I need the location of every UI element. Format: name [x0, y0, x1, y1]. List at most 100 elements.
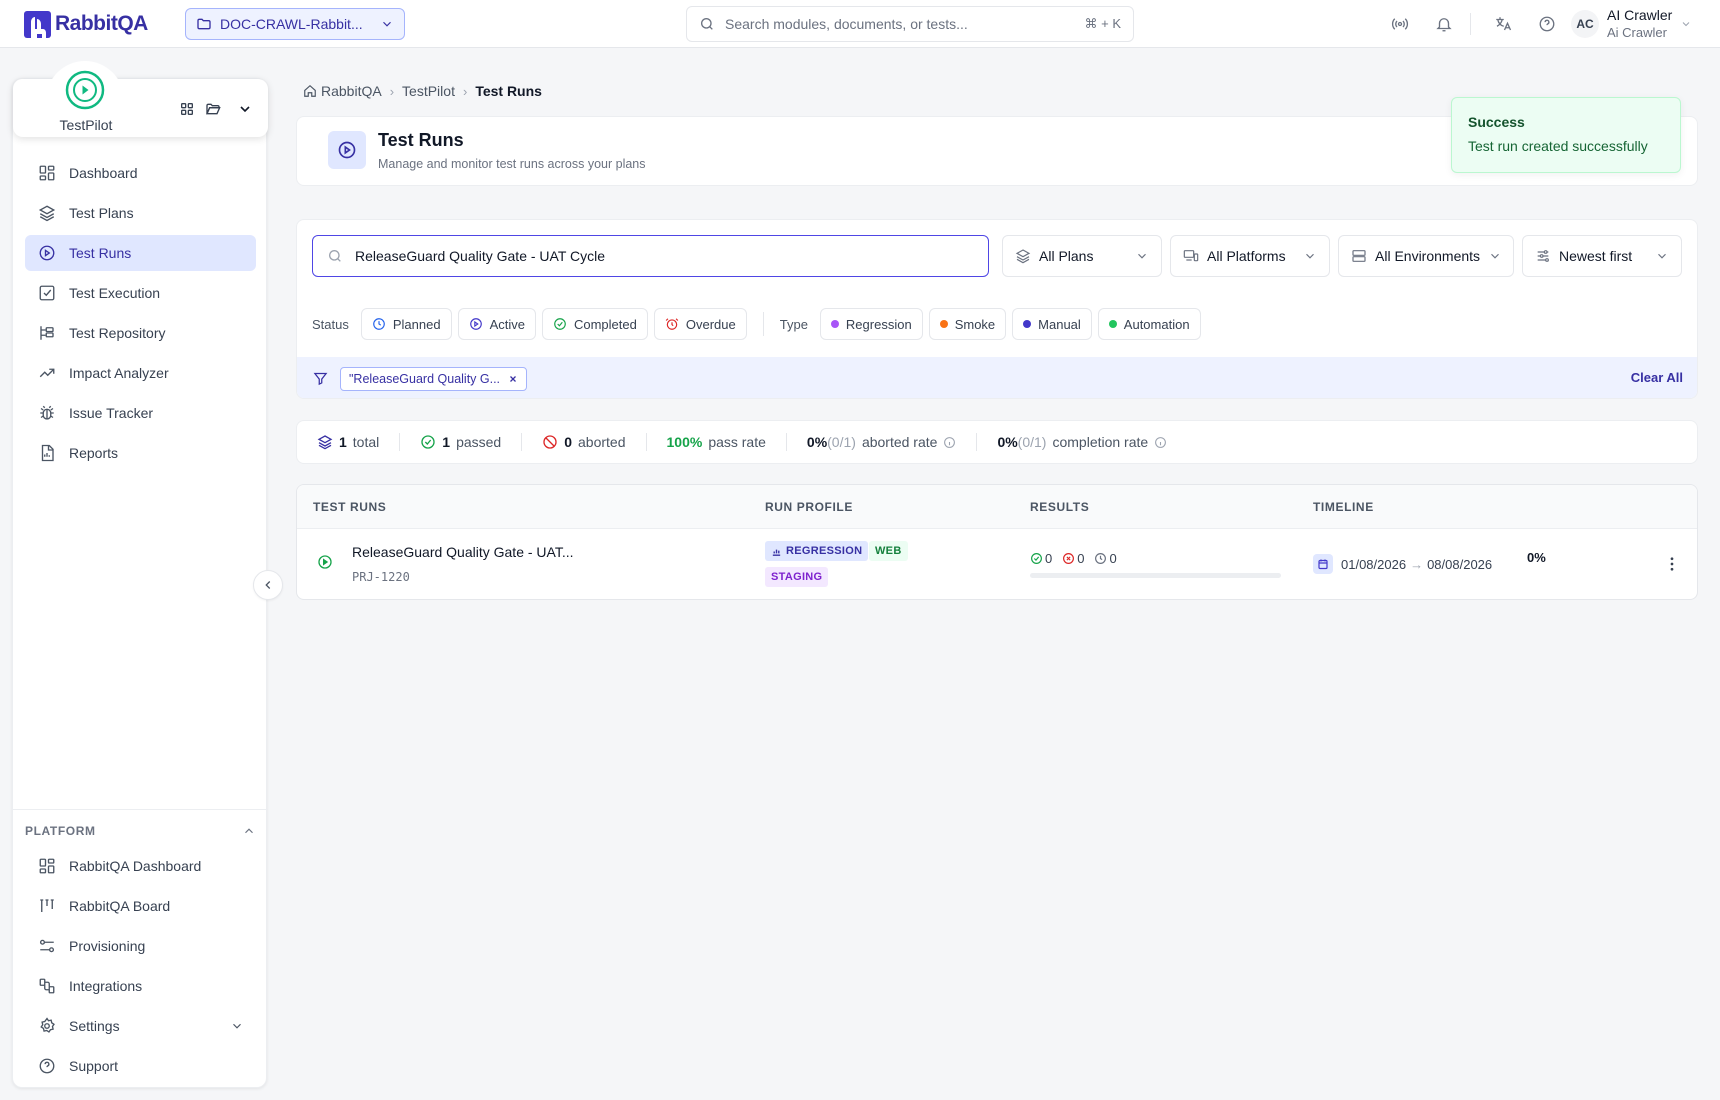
type-chip-automation[interactable]: Automation [1097, 308, 1201, 340]
sidebar-item-label: Integrations [69, 978, 143, 994]
dot-icon [830, 320, 839, 328]
sort-dropdown-label: Newest first [1559, 248, 1633, 264]
platform-header[interactable]: PLATFORM [13, 814, 268, 848]
user-name: AI Crawler [1607, 7, 1673, 23]
success-toast[interactable]: Success Test run created successfully [1451, 97, 1681, 173]
close-icon[interactable] [508, 374, 518, 384]
stat-label: completion rate [1052, 434, 1149, 450]
type-chip-manual[interactable]: Manual [1012, 308, 1092, 340]
project-selector-label: DOC-CRAWL-Rabbit... [220, 16, 363, 32]
status-chip-planned[interactable]: Planned [360, 308, 452, 340]
status-filter-label: Status [312, 316, 349, 332]
sidebar-item-dashboard[interactable]: Dashboard [25, 155, 256, 191]
chip-label: Overdue [685, 316, 736, 332]
grid-icon[interactable] [179, 101, 195, 117]
calendar-icon [1313, 554, 1333, 574]
sidebar-collapse-button[interactable] [253, 570, 283, 600]
broadcast-icon[interactable] [1388, 12, 1412, 36]
bell-icon[interactable] [1432, 12, 1456, 36]
sidebar-item-impact-analyzer[interactable]: Impact Analyzer [25, 355, 256, 391]
dot-icon [1108, 320, 1117, 328]
global-search-input[interactable] [725, 16, 1075, 32]
sidebar-item-rabbitqa-board[interactable]: RabbitQA Board [25, 888, 256, 924]
chevron-down-icon [230, 1019, 244, 1033]
play-circle-icon [37, 243, 57, 263]
sidebar-item-test-execution[interactable]: Test Execution [25, 275, 256, 311]
results-counts: 0 0 0 [1030, 551, 1117, 566]
active-filter-chip[interactable]: "ReleaseGuard Quality G... [340, 366, 528, 391]
stat-label: total [352, 434, 380, 450]
run-name[interactable]: ReleaseGuard Quality Gate - UAT... [352, 544, 574, 560]
stat-value: 0% [997, 434, 1018, 450]
stat-value: 0% [806, 434, 828, 450]
home-icon[interactable] [303, 84, 317, 98]
environments-dropdown[interactable]: All Environments [1338, 235, 1514, 277]
user-role: Ai Crawler [1607, 25, 1667, 40]
sidebar-item-test-repository[interactable]: Test Repository [25, 315, 256, 351]
chip-label: Manual [1038, 316, 1081, 332]
report-icon [37, 443, 57, 463]
run-search-input[interactable]: ReleaseGuard Quality Gate - UAT Cycle [312, 235, 989, 277]
alarm-icon [665, 317, 679, 331]
clear-all-button[interactable]: Clear All [1631, 370, 1683, 385]
project-selector[interactable]: DOC-CRAWL-Rabbit... [185, 8, 405, 40]
sidebar-item-provisioning[interactable]: Provisioning [25, 928, 256, 964]
sidebar-item-reports[interactable]: Reports [25, 435, 256, 471]
top-bar: RabbitQA DOC-CRAWL-Rabbit... ⌘ + K AC AI… [0, 0, 1720, 48]
brand-logo[interactable]: RabbitQA [24, 10, 148, 38]
stat-value: 1 [339, 434, 347, 450]
breadcrumb-item[interactable]: TestPilot [402, 83, 455, 99]
chip-label: Completed [573, 316, 637, 332]
x-circle-icon [1062, 552, 1075, 565]
type-chip-smoke[interactable]: Smoke [928, 308, 1007, 340]
play-circle-icon [469, 317, 483, 331]
sidebar-item-support[interactable]: Support [25, 1048, 256, 1084]
column-header: RUN PROFILE [765, 500, 853, 514]
test-runs-table: TEST RUNS RUN PROFILE RESULTS TIMELINE R… [296, 484, 1698, 600]
status-chip-overdue[interactable]: Overdue [653, 308, 747, 340]
sidebar-item-test-runs[interactable]: Test Runs [25, 235, 256, 271]
stat-label: aborted [578, 434, 626, 450]
result-value: 0 [1109, 551, 1117, 566]
chevron-down-icon [1303, 249, 1317, 263]
info-icon[interactable] [943, 436, 956, 449]
sidebar-item-test-plans[interactable]: Test Plans [25, 195, 256, 231]
check-circle-icon [420, 434, 436, 450]
filter-chips-row: Status Planned Active Completed Overdue … [312, 308, 1201, 340]
column-header: TIMELINE [1313, 500, 1374, 514]
table-header: TEST RUNS RUN PROFILE RESULTS TIMELINE [297, 485, 1697, 529]
sidebar-item-integrations[interactable]: Integrations [25, 968, 256, 1004]
dot-icon [1023, 320, 1032, 328]
folder-icon [196, 16, 212, 32]
sidebar-item-settings[interactable]: Settings [25, 1008, 256, 1044]
help-icon[interactable] [1535, 12, 1559, 36]
sort-dropdown[interactable]: Newest first [1522, 235, 1682, 277]
server-icon [1351, 248, 1367, 264]
breadcrumb-item[interactable]: RabbitQA [321, 83, 382, 99]
sidebar-item-rabbitqa-dashboard[interactable]: RabbitQA Dashboard [25, 848, 256, 884]
divider [762, 312, 764, 336]
status-chip-completed[interactable]: Completed [541, 308, 648, 340]
stat-pass-rate: 100% pass rate [667, 434, 766, 450]
stat-value: 1 [442, 434, 451, 450]
folder-open-icon[interactable] [205, 101, 221, 117]
plans-dropdown[interactable]: All Plans [1002, 235, 1162, 277]
platforms-dropdown[interactable]: All Platforms [1170, 235, 1330, 277]
type-chip-regression[interactable]: Regression [819, 308, 923, 340]
avatar: AC [1571, 10, 1599, 38]
sidebar-item-issue-tracker[interactable]: Issue Tracker [25, 395, 256, 431]
stat-label: aborted rate [861, 434, 938, 450]
stat-passed: 1 passed [420, 434, 501, 450]
status-chip-active[interactable]: Active [457, 308, 536, 340]
info-icon[interactable] [1154, 436, 1167, 449]
table-row[interactable]: ReleaseGuard Quality Gate - UAT... PRJ-1… [297, 529, 1697, 599]
more-vertical-icon[interactable] [1663, 555, 1681, 573]
user-menu[interactable]: AC AI Crawler Ai Crawler [1571, 6, 1692, 42]
rabbit-logo-icon [24, 10, 51, 38]
chevron-down-icon [380, 17, 394, 31]
global-search[interactable]: ⌘ + K [686, 6, 1134, 42]
run-id: PRJ-1220 [352, 570, 410, 584]
divider [1470, 13, 1471, 35]
chevron-down-icon[interactable] [237, 101, 253, 117]
translate-icon[interactable] [1491, 12, 1515, 36]
